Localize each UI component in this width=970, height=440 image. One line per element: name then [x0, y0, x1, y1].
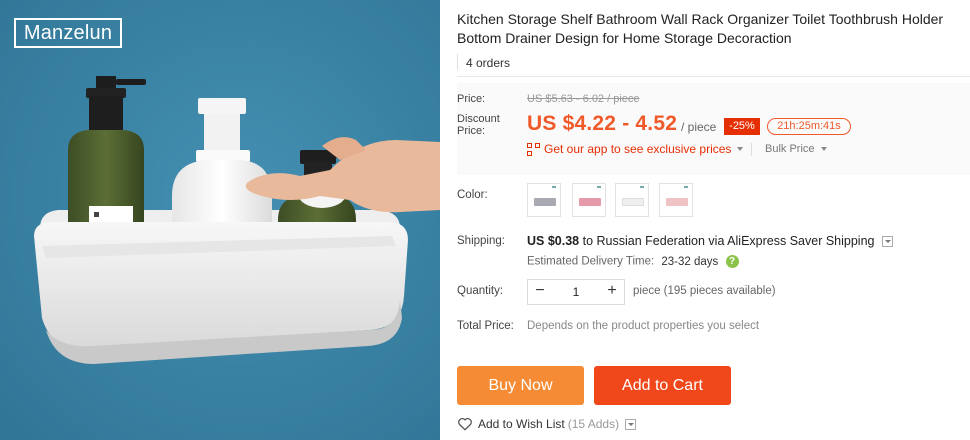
app-promo-link[interactable]: Get our app to see exclusive prices: [527, 142, 744, 156]
color-swatch-pink[interactable]: [572, 183, 606, 217]
shipping-info[interactable]: US $0.38 to Russian Federation via AliEx…: [527, 234, 893, 248]
price-box: Price: US $5.63 - 6.02 / piece Discount …: [457, 83, 970, 175]
quantity-row: Quantity: − 1 + piece (195 pieces availa…: [457, 279, 970, 305]
wish-list-dropdown-icon[interactable]: [625, 418, 637, 430]
bulk-price-dropdown[interactable]: Bulk Price: [765, 143, 827, 155]
total-price-row: Total Price: Depends on the product prop…: [457, 319, 970, 339]
wish-list-count: (15 Adds): [567, 417, 620, 431]
color-selector: Color:: [457, 180, 970, 222]
delivery-days: 23-32 days: [661, 255, 719, 268]
app-promo-text: Get our app to see exclusive prices: [544, 142, 732, 156]
chevron-down-icon: [737, 147, 744, 151]
quantity-label: Quantity:: [457, 285, 504, 297]
discount-price-label-line2: Price:: [457, 125, 486, 137]
shipping-label: Shipping:: [457, 235, 505, 247]
increase-button[interactable]: +: [600, 280, 624, 304]
countdown-timer: 21h:25m:41s: [767, 118, 851, 135]
heart-icon: [458, 417, 472, 431]
discount-price: US $4.22 - 4.52: [527, 112, 678, 135]
shipping-cost: US $0.38: [527, 234, 580, 248]
buy-now-button[interactable]: Buy Now: [457, 366, 584, 405]
delivery-time: Estimated Delivery Time: 23-32 days ?: [527, 255, 739, 268]
product-photo: [0, 0, 440, 440]
shipping-country: Russian Federation: [596, 234, 705, 248]
decrease-button[interactable]: −: [528, 280, 552, 304]
total-price-label: Total Price:: [457, 320, 514, 332]
brand-logo: Manzelun: [14, 18, 122, 48]
product-image[interactable]: Manzelun: [0, 0, 440, 440]
shipping-dropdown-icon[interactable]: [881, 236, 893, 248]
original-price: US $5.63 - 6.02 / piece: [527, 93, 640, 105]
product-info-panel: Kitchen Storage Shelf Bathroom Wall Rack…: [457, 0, 970, 440]
shipping-to: to: [582, 234, 594, 248]
total-price-description: Depends on the product properties you se…: [527, 320, 760, 332]
delivery-label: Estimated Delivery Time:: [527, 255, 655, 268]
color-label: Color:: [457, 189, 488, 201]
orders-row: 4 orders: [457, 49, 970, 77]
quantity-input[interactable]: 1: [552, 280, 600, 304]
chevron-down-icon: [820, 147, 827, 152]
discount-price-label: Discount Price:: [457, 113, 500, 137]
price-divider: [751, 143, 752, 156]
bulk-price-label: Bulk Price: [765, 143, 815, 155]
availability-text: piece (195 pieces available): [633, 285, 776, 297]
orders-count[interactable]: 4 orders: [466, 56, 510, 70]
price-unit: / piece: [681, 120, 717, 134]
wish-list-link[interactable]: Add to Wish List (15 Adds): [457, 417, 637, 431]
orders-divider: [457, 54, 458, 70]
help-icon[interactable]: ?: [725, 255, 739, 268]
discount-price-label-line1: Discount: [457, 113, 500, 125]
qr-code-icon: [527, 142, 540, 156]
add-to-cart-button[interactable]: Add to Cart: [594, 366, 731, 405]
shipping-method: via AliExpress Saver Shipping: [708, 234, 875, 248]
color-swatch-white[interactable]: [615, 183, 649, 217]
color-swatch-light-pink[interactable]: [659, 183, 693, 217]
color-swatch-gray[interactable]: [527, 183, 561, 217]
wish-list-label: Add to Wish List: [478, 417, 565, 431]
product-title: Kitchen Storage Shelf Bathroom Wall Rack…: [457, 11, 944, 46]
price-label: Price:: [457, 93, 486, 105]
discount-badge: -25%: [724, 118, 760, 135]
quantity-stepper: − 1 +: [527, 279, 625, 305]
